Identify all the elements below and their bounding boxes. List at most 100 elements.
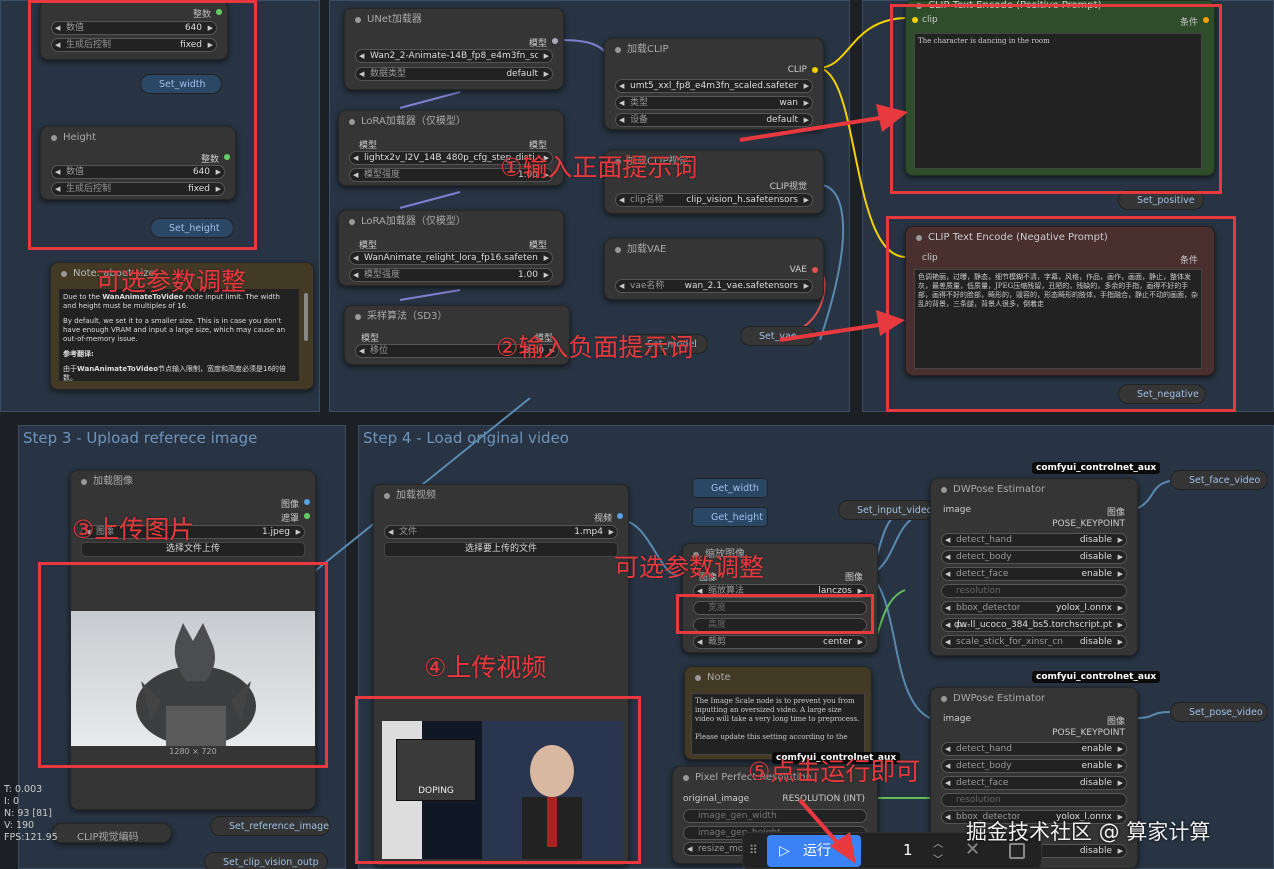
input-label: image [943,714,972,724]
scale-stick-widget[interactable]: scale_stick_for_xinsr_cn disable [941,635,1127,649]
note-image-scale[interactable]: Note The Image Scale node is to prevent … [684,666,872,760]
positive-prompt-text[interactable]: The character is dancing in the room [914,33,1202,169]
vae-loader-node[interactable]: 加载VAE VAE vae名称 wan_2.1_vae.safetensors [604,238,824,300]
video-output-dot[interactable] [617,513,623,519]
lora-strength-widget[interactable]: 模型强度 1.00 [349,268,553,282]
negative-prompt-node[interactable]: CLIP Text Encode (Negative Prompt) clip … [905,226,1215,376]
output-label: 视频 [593,514,612,524]
stat-t: T: 0.003 [4,784,43,795]
detect-body-widget[interactable]: detect_body enable [941,759,1127,773]
chevron-down-small-icon[interactable]: ﹀ [933,851,943,866]
width-output-dot[interactable] [216,9,222,15]
output-label: 图像 [1106,717,1125,727]
width-output-label: 整数 [192,10,211,20]
widget-value: wan_2.1_vae.safetensors [684,281,798,291]
get-height-node[interactable]: Get_height [692,507,768,527]
run-button[interactable]: ▷ 运行 ⌄ [767,835,861,867]
video-file-widget[interactable]: 文件 1.mp4 [384,525,618,539]
set-positive-node[interactable]: Set_positive [1118,190,1204,210]
scale-width-widget[interactable]: 宽度 [693,601,867,615]
width-control-widget[interactable]: 生成后控制 fixed [51,38,217,52]
scale-crop-widget[interactable]: 裁剪 center [693,635,867,649]
detect-face-widget[interactable]: detect_face disable [941,776,1127,790]
set-clip-vision-node[interactable]: Set_clip_vision_outp [204,852,328,869]
conditioning-output-dot[interactable] [1203,17,1209,23]
lora-name-widget[interactable]: WanAnimate_relight_lora_fp16.safeten ... [349,251,553,265]
clip-name-widget[interactable]: umt5_xxl_fp8_e4m3fn_scaled.safetens ... [615,79,813,93]
dwpose-estimator-node-1[interactable]: DWPose Estimator image 图像 POSE_KEYPOINT … [930,478,1138,656]
height-output-dot[interactable] [224,154,230,160]
negative-prompt-text[interactable]: 色调艳丽，过曝，静态，细节模糊不清，字幕，风格，作品，画作，画面，静止，整体发灰… [914,269,1202,369]
output-label: 模型 [528,241,547,251]
set-reference-image-node[interactable]: Set_reference_image [210,816,330,836]
set-vae-node[interactable]: Set_vae [740,326,816,346]
batch-count[interactable]: 1 [903,841,913,859]
clip-vision-name-widget[interactable]: clip名称 clip_vision_h.safetensors [615,193,813,207]
input-label: image [943,505,972,515]
clip-loader-node[interactable]: 加载CLIP CLIP umt5_xxl_fp8_e4m3fn_scaled.s… [604,38,824,130]
scale-height-widget[interactable]: 高度 [693,618,867,632]
width-value-widget[interactable]: 数值 640 [51,21,217,35]
detect-face-widget[interactable]: detect_face enable [941,567,1127,581]
get-width-node[interactable]: Get_width [692,478,768,498]
positive-prompt-node[interactable]: CLIP Text Encode (Positive Prompt) clip … [905,0,1215,176]
widget-label: 缩放算法 [708,586,745,596]
clip-type-widget[interactable]: 类型 wan [615,96,813,110]
height-value-widget[interactable]: 数值 640 [51,165,225,179]
set-negative-node[interactable]: Set_negative [1118,384,1206,404]
widget-label: resolution [956,586,1001,596]
note-scrollbar[interactable] [304,293,308,341]
workflow-canvas[interactable]: Step 3 - Upload referece image Step 4 - … [0,0,1274,869]
output-dot[interactable] [552,38,558,44]
clip-input-dot[interactable] [912,17,918,23]
set-face-video-node[interactable]: Set_face_video [1170,470,1268,490]
play-icon: ▷ [779,843,790,859]
widget-label: 数值 [66,167,85,177]
height-control-widget[interactable]: 生成后控制 fixed [51,182,225,196]
bbox-detector-widget[interactable]: bbox_detector yolox_l.onnx [941,601,1127,615]
mask-output-dot[interactable] [304,513,310,519]
widget-value: disable [1079,552,1112,562]
image-output-dot[interactable] [304,499,310,505]
vae-name-widget[interactable]: vae名称 wan_2.1_vae.safetensors [615,279,813,293]
detect-hand-widget[interactable]: detect_hand enable [941,742,1127,756]
image-gen-width-widget[interactable]: image_gen_width [683,809,867,823]
clip-output-dot[interactable] [812,67,818,73]
set-width-node[interactable]: Set_width [140,74,222,94]
scale-method-widget[interactable]: 缩放算法 lanczos [693,584,867,598]
clip-vision-encode-node[interactable]: CLIP视觉编码 [52,823,172,843]
output-label: 模型 [528,39,547,49]
set-input-video-node[interactable]: Set_input_video [838,500,934,520]
upload-video-button[interactable]: 选择要上传的文件 [384,542,618,557]
pose-estimator-widget[interactable]: p...dw-ll_ucoco_384_bs5.torchscript.pt [941,618,1127,632]
output-label: 图像 [280,500,299,510]
vae-output-dot[interactable] [812,267,818,273]
lora-loader-node-2[interactable]: LoRA加载器（仅模型） 模型 模型 WanAnimate_relight_lo… [338,210,564,286]
input-label: 模型 [359,241,378,251]
set-height-node[interactable]: Set_height [150,218,234,238]
chevron-up-icon[interactable]: ︿ [933,835,943,850]
stat-i: I: 0 [4,796,20,807]
widget-label: bbox_detector [956,603,1021,613]
unet-dtype-widget[interactable]: 数据类型 default [355,67,553,81]
annotation-video: ④上传视频 [424,653,547,682]
group-title: Step 4 - Load original video [363,429,569,447]
clip-device-widget[interactable]: 设备 default [615,113,813,127]
widget-value: 640 [192,167,210,177]
widget-label: 裁剪 [708,637,727,647]
height-node[interactable]: Height 整数 数值 640 生成后控制 fixed [40,126,236,200]
chevron-down-icon[interactable]: ⌄ [841,835,853,867]
node-title: DWPose Estimator [931,479,1137,501]
resolution-widget[interactable]: resolution [941,584,1127,598]
set-pose-video-node[interactable]: Set_pose_video [1170,702,1268,722]
resolution-widget[interactable]: resolution [941,793,1127,807]
unet-name-widget[interactable]: Wan2_2-Animate-14B_fp8_e4m3fn_sc ... [355,49,553,63]
detect-body-widget[interactable]: detect_body disable [941,550,1127,564]
width-node[interactable]: 整数 数值 640 生成后控制 fixed [40,0,228,60]
widget-label: 生成后控制 [66,40,112,50]
unet-loader-node[interactable]: UNet加载器 模型 Wan2_2-Animate-14B_fp8_e4m3fn… [344,8,564,90]
widget-value: disable [1079,846,1112,856]
detect-hand-widget[interactable]: detect_hand disable [941,533,1127,547]
output-label: 图像 [1106,508,1125,518]
drag-handle-icon[interactable]: ⠿ [749,843,758,857]
